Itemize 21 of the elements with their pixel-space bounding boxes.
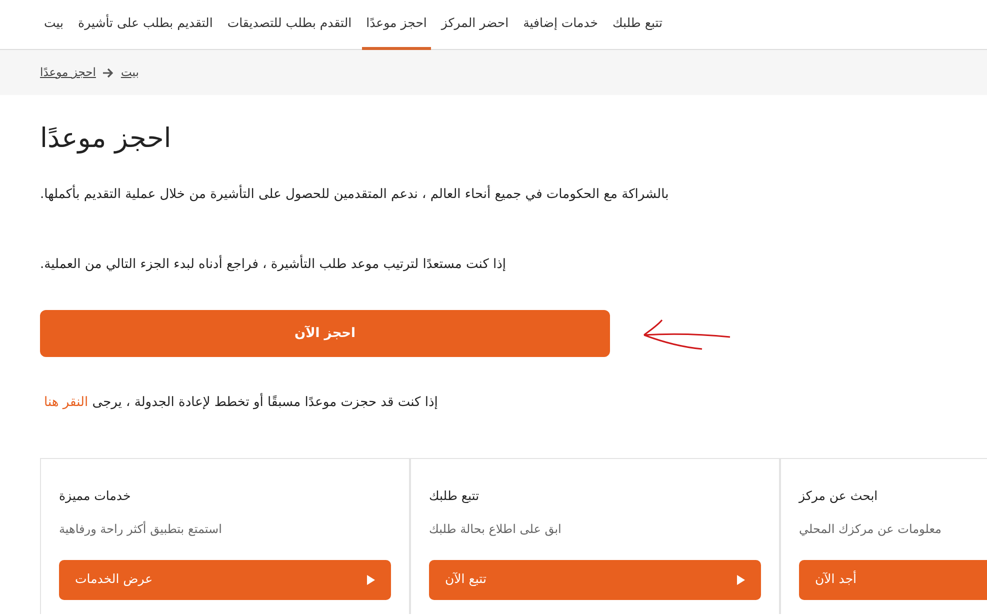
card-description: ابق على اطلاع بحالة طلبك	[429, 520, 562, 538]
card-title: ابحث عن مركز	[799, 486, 879, 505]
reschedule-text: إذا كنت قد حجزت موعدًا مسبقًا أو تخطط لإعادة الجدولة ، يرجى النقر هنا	[43, 393, 439, 412]
card-description: استمتع بتطبيق أكثر راحة ورفاهية	[59, 520, 223, 538]
nav-tab[interactable]: التقدم بطلب للتصديقات	[223, 0, 356, 50]
card-title: خدمات مميزة	[59, 486, 132, 505]
breadcrumb-link[interactable]: بيت	[120, 64, 139, 82]
arrow-icon	[102, 68, 114, 78]
page-title: احجز موعدًا	[40, 123, 172, 156]
nav-tab[interactable]: احضر المركز	[437, 0, 513, 50]
paragraph: .بالشراكة مع الحكومات في جميع أنحاء العالم ، ندعم المتقدمين للحصول على التأشيرة من خلال عملية التقديم بأكملها	[40, 185, 987, 205]
nav-tab[interactable]: تتبع طلبك	[608, 0, 667, 50]
breadcrumb-link[interactable]: احجز موعدًا	[40, 64, 96, 82]
nav-tab[interactable]: خدمات إضافية	[519, 0, 602, 50]
card-description: معلومات عن مركزك المحلي	[799, 520, 942, 538]
play-icon	[737, 574, 745, 585]
nav-tab[interactable]: بيت	[40, 0, 68, 50]
play-icon	[367, 574, 375, 585]
nav-tab[interactable]: التقديم بطلب على تأشيرة	[74, 0, 217, 50]
card-title: تتبع طلبك	[429, 486, 480, 505]
paragraph: .إذا كنت مستعدًا لترتيب موعد طلب التأشيرة ، فراجع أدناه لبدء الجزء التالي من العملية	[40, 254, 508, 274]
